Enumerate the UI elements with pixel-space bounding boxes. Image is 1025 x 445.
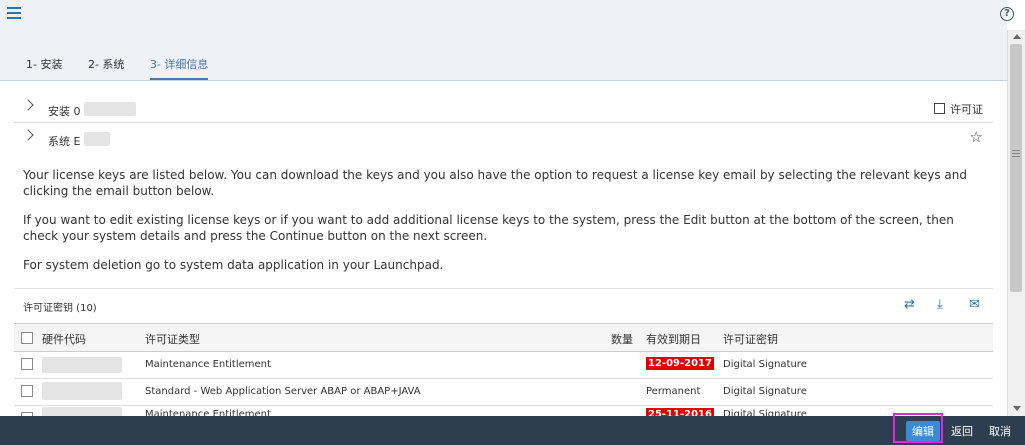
annotation-highlight-box (893, 413, 943, 443)
col-license-type[interactable]: 许可证类型 (145, 331, 200, 347)
row-license-type: Standard - Web Application Server ABAP o… (145, 386, 421, 397)
scroll-down-arrow-icon[interactable] (1013, 406, 1021, 411)
col-license-key[interactable]: 许可证密钥 (723, 331, 778, 347)
hamburger-menu-icon[interactable] (7, 7, 21, 19)
chevron-right-icon[interactable] (22, 129, 34, 141)
redacted-system-id (84, 132, 110, 146)
download-icon[interactable]: ⤓ (937, 297, 943, 312)
row-expiry-date: Permanent (646, 386, 701, 397)
email-icon[interactable]: ✉ (969, 297, 980, 312)
external-link-icon (934, 103, 945, 114)
system-section-label: 系统 E (48, 135, 81, 148)
footer-bar: 编辑 返回 取消 (0, 416, 1025, 445)
refresh-icon[interactable]: ⇄ (904, 297, 915, 312)
row-license-key: Digital Signature (723, 386, 807, 397)
row-checkbox[interactable] (21, 385, 33, 397)
col-quantity[interactable]: 数量 (611, 331, 633, 347)
select-all-checkbox[interactable] (21, 332, 33, 344)
tab-install[interactable]: 1- 安装 (26, 56, 62, 80)
redacted-install-id (84, 102, 136, 116)
row-checkbox[interactable] (21, 358, 33, 370)
row-expiry-date: 12-09-2017 (646, 357, 714, 370)
vertical-scrollbar[interactable] (1007, 30, 1025, 418)
system-section[interactable]: 系统 E ☆ (14, 126, 993, 152)
row-license-type: Maintenance Entitlement (145, 359, 271, 370)
table-row[interactable]: Standard - Web Application Server ABAP o… (14, 378, 993, 406)
tab-details[interactable]: 3- 详细信息 (149, 56, 209, 80)
info-paragraph-delete: For system deletion go to system data ap… (23, 258, 444, 272)
scroll-thumb[interactable] (1010, 44, 1022, 292)
info-paragraph-edit: If you want to edit existing license key… (23, 213, 954, 243)
scroll-up-arrow-icon[interactable] (1013, 34, 1021, 39)
help-icon[interactable]: ? (1000, 7, 1014, 21)
app-header: ? 1- 安装 2- 系统 3- 详细信息 (0, 0, 1014, 81)
favorite-star-icon[interactable]: ☆ (970, 128, 983, 146)
install-section-label: 安装 0 (48, 105, 81, 118)
step-tabs: 1- 安装 2- 系统 3- 详细信息 (26, 56, 230, 80)
tab-system[interactable]: 2- 系统 (88, 56, 124, 80)
license-link[interactable]: 许可证 (934, 101, 983, 117)
redacted-hardware-code (42, 357, 122, 373)
col-expiry-date[interactable]: 有效到期日 (646, 331, 701, 347)
license-table-header: 硬件代码 许可证类型 数量 有效到期日 许可证密钥 (14, 323, 993, 352)
back-button[interactable]: 返回 (951, 423, 973, 439)
scroll-grip-icon (1012, 150, 1020, 159)
license-keys-title: 许可证密钥 (10) (23, 303, 97, 314)
row-license-key: Digital Signature (723, 359, 807, 370)
chevron-right-icon[interactable] (22, 99, 34, 111)
table-row[interactable]: Maintenance Entitlement 12-09-2017 Digit… (14, 351, 993, 379)
cancel-button[interactable]: 取消 (989, 423, 1011, 439)
install-section[interactable]: 安装 0 许可证 (14, 96, 993, 123)
license-link-label: 许可证 (950, 103, 983, 116)
license-keys-toolbar: 许可证密钥 (10) ⇄ ⤓ ✉ (14, 288, 993, 323)
redacted-hardware-code (42, 382, 122, 400)
info-paragraph-keys: Your license keys are listed below. You … (23, 168, 968, 198)
col-hardware-code[interactable]: 硬件代码 (42, 331, 86, 347)
